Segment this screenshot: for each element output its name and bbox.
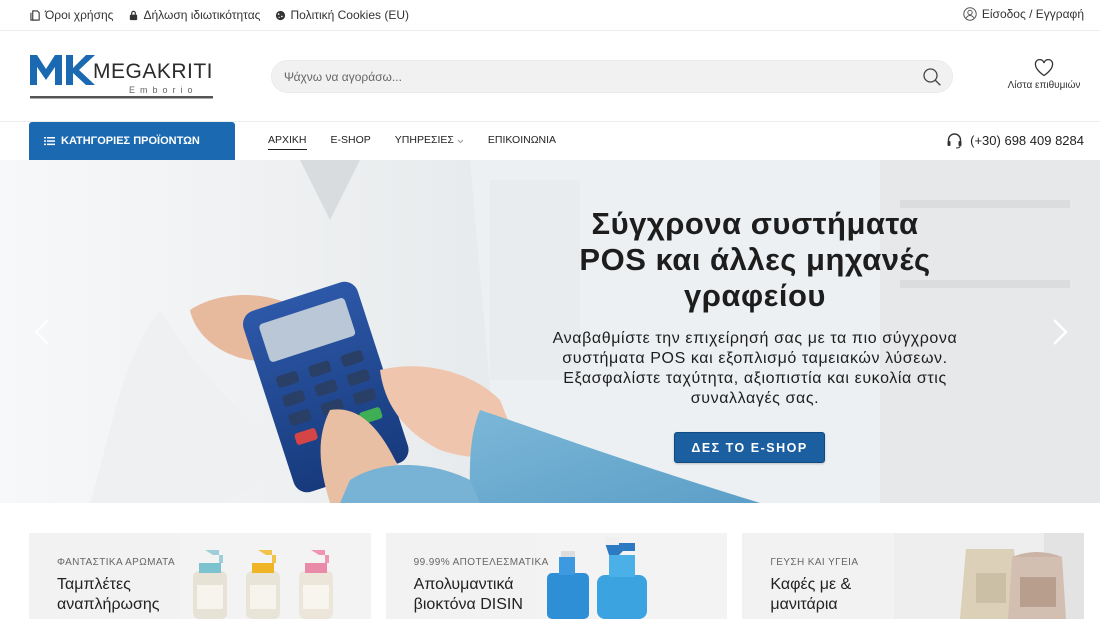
cookie-icon — [276, 10, 286, 20]
spray-bottles-image — [180, 533, 371, 619]
document-icon — [30, 9, 40, 21]
chevron-right-icon[interactable] — [1051, 317, 1069, 347]
promo-subtitle: ΦΑΝΤΑΣΤΙΚΑ ΑΡΩΜΑΤΑ — [57, 557, 176, 568]
wishlist-label: Λίστα επιθυμιών — [1007, 80, 1081, 91]
cookies-link[interactable]: Πολιτική Cookies (EU) — [275, 8, 409, 22]
logo-sub: Emborio — [129, 85, 198, 95]
nav-eshop[interactable]: E-SHOP — [331, 134, 371, 150]
top-links: Όροι χρήσης Δήλωση ιδιωτικότητας Πολιτικ… — [30, 8, 409, 22]
nav-services-label: ΥΠΗΡΕΣΙΕΣ — [394, 134, 454, 146]
hero-text-line-1: Αναβαθμίστε την επιχείρησή σας με τα πιο… — [552, 330, 958, 347]
hero-title: Σύγχρονα συστήματα POS και άλλες μηχανές… — [520, 206, 990, 314]
lock-icon — [130, 10, 138, 20]
hero-text-line-4: συναλλαγές σας. — [690, 390, 820, 407]
hero-title-line-3: γραφείου — [684, 278, 826, 313]
nav-home[interactable]: ΑΡΧΙΚΗ — [268, 134, 307, 150]
coffee-packs-image — [894, 533, 1085, 619]
header: MEGAKRITI Emborio Λίστα επιθυμιών — [0, 31, 1100, 122]
terms-link[interactable]: Όροι χρήσης — [30, 8, 113, 22]
promo-card-disinfectants[interactable]: 99.99% ΑΠΟΤΕΛΕΣΜΑΤΙΚΑ Απολυμαντικά βιοκτ… — [385, 533, 728, 619]
phone-contact[interactable]: (+30) 698 409 8284 — [946, 132, 1084, 149]
promo-title: Καφές με & μανιτάρια — [770, 576, 852, 613]
login-label: Είσοδος / Εγγραφή — [981, 7, 1084, 21]
wishlist-link[interactable]: Λίστα επιθυμιών — [1004, 59, 1084, 91]
nav-services[interactable]: ΥΠΗΡΕΣΙΕΣ — [395, 134, 464, 150]
headset-icon — [947, 133, 962, 149]
login-link[interactable]: Είσοδος / Εγγραφή — [963, 7, 1084, 21]
user-icon — [963, 7, 977, 21]
chevron-down-icon — [457, 139, 464, 144]
promo-subtitle: 99.99% ΑΠΟΤΕΛΕΣΜΑΤΙΚΑ — [413, 557, 549, 568]
menu: ΑΡΧΙΚΗ E-SHOP ΥΠΗΡΕΣΙΕΣ ΕΠΙΚΟΙΝΩΝΙΑ — [268, 134, 556, 150]
terms-label: Όροι χρήσης — [45, 8, 114, 22]
megakriti-logo[interactable]: MEGAKRITI Emborio — [29, 52, 215, 102]
chevron-left-icon[interactable] — [33, 317, 51, 347]
promo-title: Ταμπλέτες αναπλήρωσης — [57, 576, 160, 613]
top-bar: Όροι χρήσης Δήλωση ιδιωτικότητας Πολιτικ… — [0, 0, 1100, 31]
search-input[interactable] — [284, 61, 904, 92]
promo-title: Απολυμαντικά βιοκτόνα DISIN — [413, 576, 523, 613]
privacy-link[interactable]: Δήλωση ιδιωτικότητας — [128, 8, 260, 22]
cookies-label: Πολιτική Cookies (EU) — [290, 8, 409, 22]
menu-icon — [44, 137, 55, 146]
promo-card-coffee[interactable]: ΓΕΥΣΗ ΚΑΙ ΥΓΕΙΑ Καφές με & μανιτάρια — [742, 533, 1085, 619]
hero-text: Αναβαθμίστε την επιχείρησή σας με τα πιο… — [520, 329, 990, 409]
hero-title-line-2: POS και άλλες μηχανές — [579, 242, 931, 277]
disinfectant-bottles-image — [537, 533, 728, 619]
heart-icon — [1034, 59, 1054, 77]
phone-number: (+30) 698 409 8284 — [970, 133, 1084, 148]
main-nav: ΚΑΤΗΓΟΡΙΕΣ ΠΡΟΪΟΝΤΩΝ ΑΡΧΙΚΗ E-SHOP ΥΠΗΡΕ… — [0, 122, 1100, 160]
hero-title-line-1: Σύγχρονα συστήματα — [591, 206, 919, 241]
promo-subtitle: ΓΕΥΣΗ ΚΑΙ ΥΓΕΙΑ — [770, 557, 859, 568]
hero-text-line-2: συστήματα POS και εξοπλισμό ταμειακών λύ… — [562, 350, 948, 367]
logo-name: MEGAKRITI — [93, 60, 213, 83]
promo-card-tablets[interactable]: ΦΑΝΤΑΣΤΙΚΑ ΑΡΩΜΑΤΑ Ταμπλέτες αναπλήρωσης — [29, 533, 371, 619]
search-icon[interactable] — [922, 67, 942, 87]
nav-contact[interactable]: ΕΠΙΚΟΙΝΩΝΙΑ — [488, 134, 556, 150]
hero-text-line-3: Εξασφαλίστε ταχύτητα, αξιοπιστία και ευκ… — [563, 370, 947, 387]
promo-cards: ΦΑΝΤΑΣΤΙΚΑ ΑΡΩΜΑΤΑ Ταμπλέτες αναπλήρωσης… — [29, 533, 1085, 619]
privacy-label: Δήλωση ιδιωτικότητας — [143, 8, 261, 22]
search-bar — [271, 60, 953, 93]
eshop-cta-button[interactable]: ΔΕΣ ΤΟ E-SHOP — [674, 432, 825, 463]
hero-slider: Σύγχρονα συστήματα POS και άλλες μηχανές… — [0, 160, 1100, 503]
categories-button[interactable]: ΚΑΤΗΓΟΡΙΕΣ ΠΡΟΪΟΝΤΩΝ — [29, 122, 235, 160]
categories-label: ΚΑΤΗΓΟΡΙΕΣ ΠΡΟΪΟΝΤΩΝ — [61, 135, 200, 147]
